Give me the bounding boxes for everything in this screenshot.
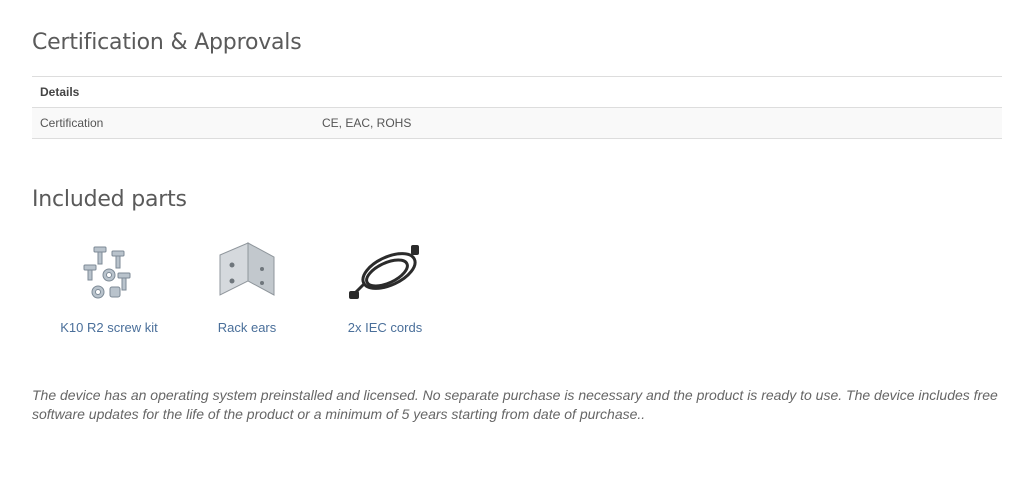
- screw-kit-icon: [69, 232, 149, 312]
- table-header-details: Details: [32, 76, 1002, 108]
- certification-value: CE, EAC, ROHS: [322, 107, 1002, 139]
- certification-title: Certification & Approvals: [32, 30, 302, 55]
- certification-table: Details Certification CE, EAC, ROHS: [32, 76, 1002, 139]
- part-label-iec-cords: 2x IEC cords: [347, 320, 423, 335]
- certification-label: Certification: [32, 107, 322, 139]
- included-parts-title: Included parts: [32, 187, 187, 212]
- part-iec-cords[interactable]: 2x IEC cords: [316, 232, 454, 335]
- license-note: The device has an operating system prein…: [32, 387, 998, 422]
- power-cord-icon: [345, 232, 425, 312]
- included-parts-list: K10 R2 screw kit Rack ears 2x IEC cords: [40, 232, 454, 335]
- part-label-screw-kit: K10 R2 screw kit: [60, 320, 158, 335]
- rack-ear-icon: [207, 232, 287, 312]
- part-rack-ears[interactable]: Rack ears: [178, 232, 316, 335]
- part-label-rack-ears: Rack ears: [217, 320, 277, 335]
- table-row: Certification CE, EAC, ROHS: [32, 107, 1002, 139]
- part-screw-kit[interactable]: K10 R2 screw kit: [40, 232, 178, 335]
